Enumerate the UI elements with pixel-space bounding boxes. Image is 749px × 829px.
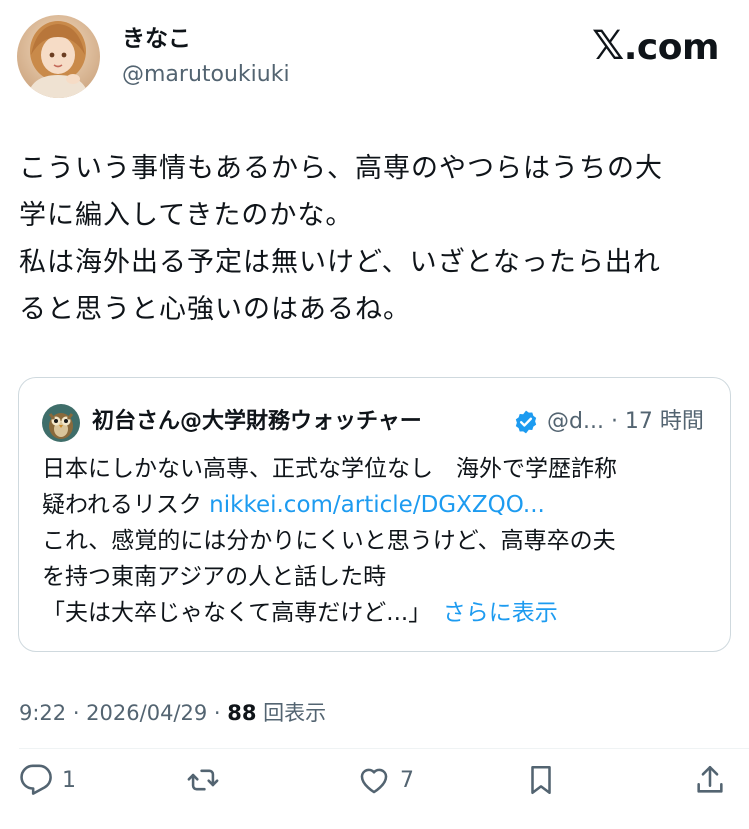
quoted-tweet-text: 日本にしかない高専、正式な学位なし 海外で学歴詐称 疑われるリスク nikkei… [42,451,722,631]
tweet-line: 私は海外出る予定は無いけど、いざとなったら出れ [19,247,661,278]
quoted-line: 日本にしかない高専、正式な学位なし 海外で学歴詐称 [42,456,617,482]
tweet-header: きなこ @marutoukiuki 𝕏.com [0,0,749,110]
brand-suffix: .com [623,27,720,68]
quoted-tweet-header: 初台さん@大学財務ウォッチャー @d... · 17 時間 [42,402,716,442]
x-brand-logo: 𝕏.com [592,23,720,70]
quoted-author-avatar [42,404,80,442]
tweet-line: こういう事情もあるから、高専のやつらはうちの大 [19,153,663,184]
share-icon [693,763,727,797]
quoted-handle-time: @d... · 17 時間 [547,409,704,434]
reply-button[interactable]: 1 [19,760,76,800]
tweet-line: ると思うと心強いのはあるね。 [19,294,411,325]
show-more-link[interactable]: さらに表示 [443,600,558,626]
share-button[interactable] [693,760,727,800]
quoted-line-text: 疑われるリスク [42,492,210,518]
timestamp[interactable]: 9:22 · 2026/04/29 · [19,701,227,725]
views-count: 88 [227,701,257,725]
quoted-author-name: 初台さん@大学財務ウォッチャー [92,409,422,434]
retweet-button[interactable] [186,760,220,800]
like-count: 7 [400,767,414,793]
article-link[interactable]: nikkei.com/article/DGXZQO... [209,492,545,518]
reply-count: 1 [62,767,76,793]
tweet-meta: 9:22 · 2026/04/29 · 88 回表示 [19,698,326,728]
retweet-icon [186,763,220,797]
verified-badge-icon [513,409,539,435]
tweet-line: 学に編入してきたのかな。 [19,200,354,231]
author-avatar[interactable] [17,15,100,98]
bookmark-icon [524,763,558,797]
like-button[interactable]: 7 [357,760,414,800]
tweet-text: こういう事情もあるから、高専のやつらはうちの大 学に編入してきたのかな。 私は海… [19,145,731,333]
quoted-line: を持つ東南アジアの人と話した時 [42,564,387,590]
heart-icon [357,763,391,797]
author-handle[interactable]: @marutoukiuki [122,61,290,89]
bookmark-button[interactable] [524,760,558,800]
quoted-tweet-card[interactable]: 初台さん@大学財務ウォッチャー @d... · 17 時間 日本にしかない高専、… [18,377,731,652]
author-display-name[interactable]: きなこ [122,24,191,54]
quoted-line: 疑われるリスク nikkei.com/article/DGXZQO... [42,487,722,523]
reply-icon [19,763,53,797]
quoted-line-text: 「夫は大卒じゃなくて高専だけど...」 [42,600,420,626]
x-logo-icon: 𝕏 [592,23,624,69]
divider [19,748,749,749]
quoted-line: 「夫は大卒じゃなくて高専だけど...」 さらに表示 [42,595,722,631]
quoted-line: これ、感覚的には分かりにくいと思うけど、高専卒の夫 [42,528,616,554]
views-label: 回表示 [256,701,327,725]
